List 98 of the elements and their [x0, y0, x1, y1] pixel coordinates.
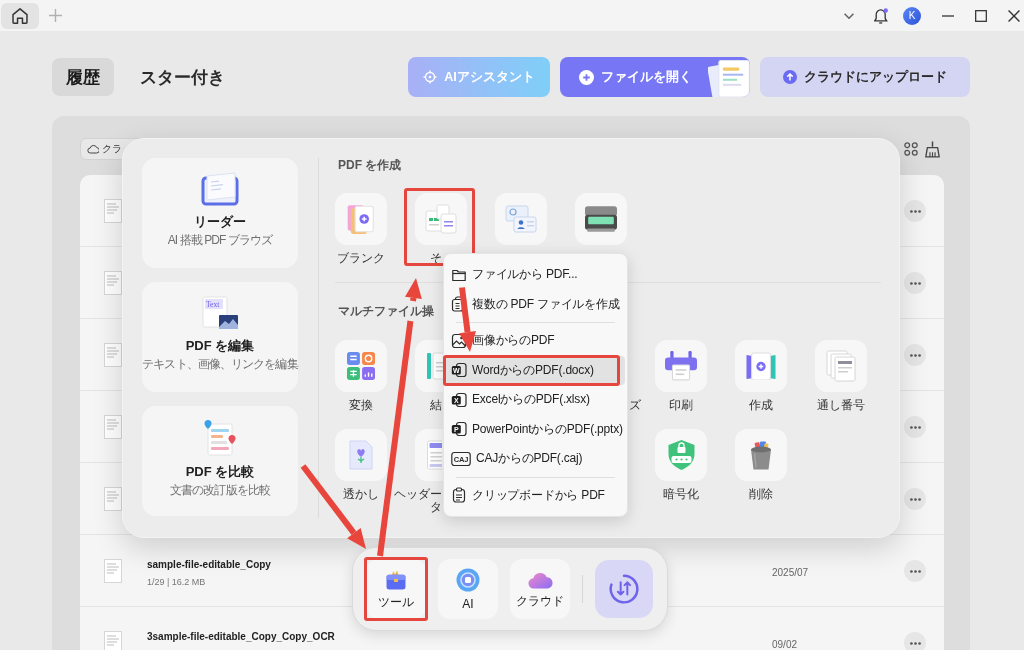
- tool-tile[interactable]: [735, 429, 787, 481]
- clipboard-icon: [451, 487, 467, 504]
- open-book-icon: [200, 172, 240, 206]
- crosshair-icon: [423, 70, 438, 84]
- more-icon: [909, 209, 921, 213]
- more-icon: [909, 353, 921, 357]
- orb-icon: [456, 567, 480, 592]
- tile-label: 印刷: [669, 399, 693, 412]
- stacked-pages-icon: [826, 350, 856, 382]
- dots-grid-icon[interactable]: [904, 142, 918, 156]
- sync-icon: [609, 574, 639, 604]
- tool-tile[interactable]: [335, 340, 387, 392]
- broom-icon[interactable]: [925, 140, 940, 158]
- feature-subtitle: AI 搭載 PDF ブラウズ: [167, 233, 273, 247]
- chevron-down-icon[interactable]: [844, 12, 854, 19]
- tool-tile[interactable]: [815, 340, 867, 392]
- tile-label: 暗号化: [663, 488, 699, 501]
- add-page-icon: [746, 352, 776, 380]
- id-card-icon: [505, 204, 537, 234]
- tab[interactable]: スター付き: [126, 58, 239, 96]
- feature-title: PDF を比較: [185, 464, 255, 480]
- tool-tile[interactable]: [495, 193, 547, 245]
- menu-item[interactable]: 複数の PDF ファイルを作成: [446, 289, 625, 319]
- tile-label: 削除: [749, 488, 773, 501]
- documents-icon: [425, 203, 457, 235]
- more-button[interactable]: [904, 344, 926, 366]
- section-title: マルチファイル操: [338, 304, 434, 318]
- page-icon: [104, 559, 122, 583]
- blank-page-icon: [345, 203, 377, 235]
- tool-tile[interactable]: [735, 340, 787, 392]
- more-button[interactable]: [904, 200, 926, 222]
- tile-label: 作成: [749, 399, 773, 412]
- tool-tile[interactable]: [575, 193, 627, 245]
- tile-label: ヘッダータ: [394, 488, 442, 514]
- trash-bin-icon: [750, 440, 772, 470]
- tile-label: 通し番号: [817, 399, 865, 412]
- section-title: PDF を作成: [338, 158, 402, 172]
- scanner-icon: [585, 206, 617, 232]
- plus-circle-icon: [579, 69, 594, 85]
- more-icon: [909, 425, 921, 429]
- feature-subtitle: テキスト、画像、リンクを編集: [142, 357, 298, 371]
- more-icon: [909, 281, 921, 285]
- home-icon: [12, 7, 28, 24]
- file-date: 09/02: [772, 639, 798, 650]
- open-file-button[interactable]: ファイルを開く: [560, 57, 750, 97]
- file-meta: 1/29 | 16.2 MB: [147, 577, 206, 588]
- feature-title: PDF を編集: [185, 338, 255, 354]
- printer-icon: [665, 351, 697, 381]
- sync-button[interactable]: [595, 560, 653, 618]
- tool-tile[interactable]: [655, 429, 707, 481]
- feature-subtitle: 文書の改訂版を比較: [170, 483, 270, 497]
- cloud-icon: [527, 570, 553, 589]
- tile-label: ブランク: [337, 252, 385, 265]
- compare-pages-icon: [204, 420, 236, 456]
- image-icon: [451, 332, 467, 349]
- more-button[interactable]: [904, 272, 926, 294]
- tool-tile[interactable]: [335, 429, 387, 481]
- home-tab[interactable]: [1, 2, 39, 29]
- more-icon: [909, 641, 921, 645]
- close-icon[interactable]: [1008, 9, 1020, 22]
- app-grid-icon: [347, 352, 375, 380]
- file-date: 2025/07: [772, 567, 809, 578]
- menu-item[interactable]: 画像からのPDF: [446, 326, 625, 356]
- documents-icon: [708, 60, 750, 97]
- feature-title: リーダー: [194, 214, 246, 230]
- file-name[interactable]: sample-file-editable_Copy: [147, 559, 271, 571]
- shield-lock-icon: [667, 440, 695, 470]
- more-button[interactable]: [904, 488, 926, 510]
- tile-label: 透かし: [343, 488, 379, 501]
- tool-tile[interactable]: [655, 340, 707, 392]
- tool-tile[interactable]: [415, 193, 467, 245]
- tab[interactable]: 履歴: [52, 58, 114, 96]
- upload-button[interactable]: クラウドにアップロード: [760, 57, 970, 97]
- dock-button[interactable]: クラウド: [510, 559, 570, 619]
- menu-item[interactable]: ファイルから PDF...: [446, 260, 625, 290]
- more-icon: [909, 497, 921, 501]
- bell-icon[interactable]: [874, 7, 888, 24]
- feature-card[interactable]: PDF を比較 文書の改訂版を比較: [142, 406, 298, 516]
- avatar[interactable]: K: [903, 6, 921, 25]
- tile-label: ズ: [629, 399, 641, 412]
- tile-label: 変換: [349, 399, 373, 412]
- toolbox-icon: [385, 569, 407, 590]
- dock-button[interactable]: ツール: [366, 559, 426, 619]
- file-name[interactable]: 3sample-file-editable_Copy_Copy_OCR: [147, 631, 335, 643]
- minimize-icon[interactable]: [942, 14, 954, 17]
- tool-tile[interactable]: [335, 193, 387, 245]
- dock-button[interactable]: AI: [438, 559, 498, 619]
- flower-page-icon: [349, 440, 373, 470]
- more-button[interactable]: [904, 632, 926, 650]
- menu-item[interactable]: クリップボードから PDF: [446, 480, 625, 510]
- more-button[interactable]: [904, 416, 926, 438]
- feature-card[interactable]: リーダー AI 搭載 PDF ブラウズ: [142, 158, 298, 268]
- upload-icon: [783, 70, 797, 84]
- tile-label: 結: [430, 399, 442, 412]
- cloud-icon: [87, 144, 99, 154]
- more-button[interactable]: [904, 560, 926, 582]
- maximize-icon[interactable]: [975, 9, 987, 22]
- more-icon: [909, 569, 921, 573]
